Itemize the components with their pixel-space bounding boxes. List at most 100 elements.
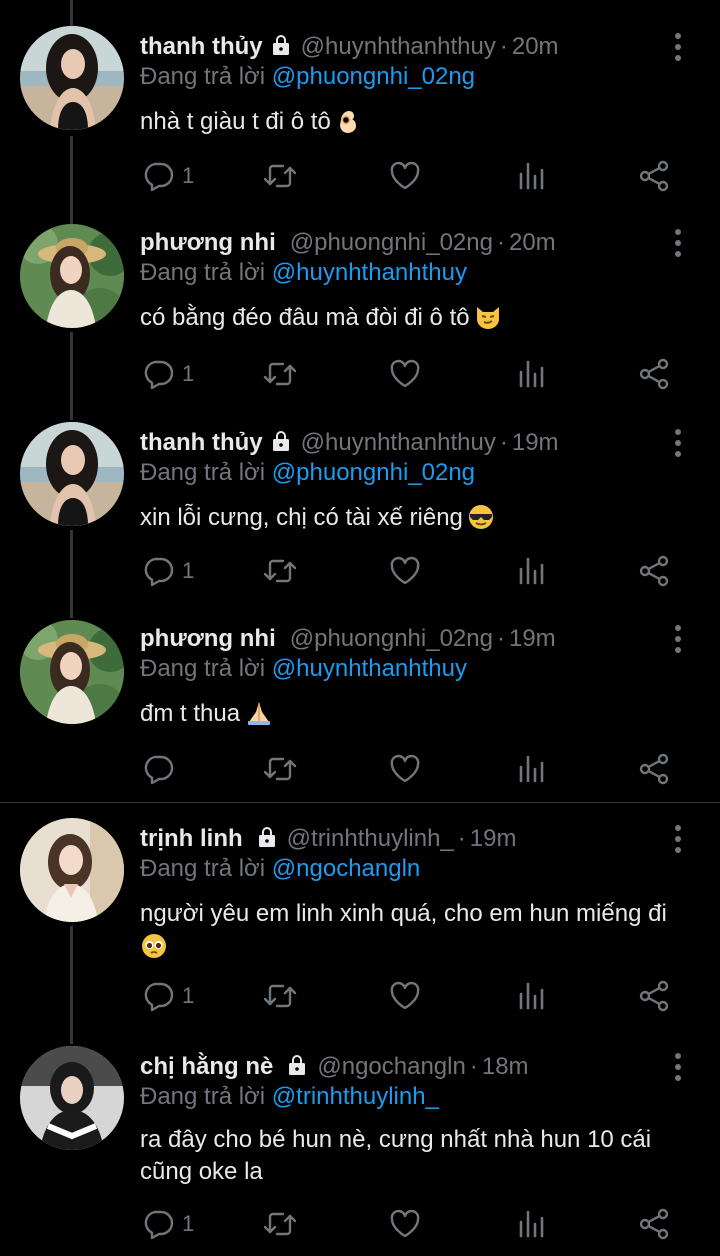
reply-button[interactable]: 1 <box>142 1208 194 1240</box>
separator-dot: · <box>457 825 466 852</box>
handle[interactable]: @trinhthuylinh_ <box>287 825 454 852</box>
timestamp[interactable]: 19m <box>512 429 559 456</box>
stats-button[interactable] <box>515 1208 547 1240</box>
share-icon <box>639 753 671 785</box>
replying-to: Đang trả lời @ngochangln <box>140 855 420 883</box>
separator-dot: · <box>496 229 505 256</box>
replying-to: Đang trả lời @huynhthanhthuy <box>140 655 467 683</box>
display-name[interactable]: chị hằng nè <box>140 1053 273 1080</box>
share-button[interactable] <box>639 753 671 785</box>
mention-link[interactable]: @ngochangln <box>272 855 420 882</box>
more-icon[interactable] <box>668 32 688 62</box>
mention-link[interactable]: @huynhthanhthuy <box>272 655 467 682</box>
retweet-button[interactable] <box>262 1208 298 1240</box>
share-button[interactable] <box>639 555 671 587</box>
avatar[interactable] <box>20 224 124 328</box>
reply-icon <box>142 753 174 785</box>
reply-count: 1 <box>182 1211 195 1236</box>
display-name[interactable]: thanh thủy <box>140 429 263 456</box>
retweet-button[interactable] <box>262 980 298 1012</box>
lock-icon <box>255 825 279 849</box>
stats-button[interactable] <box>515 358 547 390</box>
tweet-text-content: xin lỗi cưng, chị có tài xế riêng <box>140 504 463 531</box>
retweet-icon <box>262 358 298 390</box>
share-icon <box>639 980 671 1012</box>
display-name[interactable]: phương nhi <box>140 625 276 652</box>
share-button[interactable] <box>639 1208 671 1240</box>
more-icon[interactable] <box>668 228 688 258</box>
stats-button[interactable] <box>515 980 547 1012</box>
tweet-text: nhà t giàu t đi ô tô <box>140 106 700 138</box>
reply-button[interactable]: 1 <box>142 555 194 587</box>
mention-link[interactable]: @huynhthanhthuy <box>272 259 467 286</box>
avatar[interactable] <box>20 1046 124 1150</box>
reply-icon <box>142 555 174 587</box>
timestamp[interactable]: 18m <box>482 1053 529 1080</box>
more-icon[interactable] <box>668 624 688 654</box>
handle[interactable]: @phuongnhi_02ng <box>290 229 493 256</box>
more-icon[interactable] <box>668 1052 688 1082</box>
conversation-divider <box>0 802 720 803</box>
reply-button[interactable]: 1 <box>142 980 194 1012</box>
reply-button[interactable]: 1 <box>142 160 194 192</box>
timestamp[interactable]: 19m <box>509 625 556 652</box>
like-button[interactable] <box>389 753 421 785</box>
stats-icon <box>515 160 547 192</box>
separator-dot: · <box>499 33 508 60</box>
handle[interactable]: @ngochangln <box>317 1053 465 1080</box>
avatar[interactable] <box>20 26 124 130</box>
retweet-button[interactable] <box>262 555 298 587</box>
pleading-face-emoji <box>142 934 166 958</box>
avatar[interactable] <box>20 620 124 724</box>
reply-button[interactable]: 1 <box>142 358 194 390</box>
share-button[interactable] <box>639 358 671 390</box>
stats-button[interactable] <box>515 160 547 192</box>
action-bar: 1 <box>0 980 720 1012</box>
reply-prefix: Đang trả lời <box>140 259 266 286</box>
like-button[interactable] <box>389 1208 421 1240</box>
timestamp[interactable]: 20m <box>512 33 559 60</box>
handle[interactable]: @phuongnhi_02ng <box>290 625 493 652</box>
reply-button[interactable] <box>142 753 174 785</box>
stats-button[interactable] <box>515 753 547 785</box>
retweet-button[interactable] <box>262 160 298 192</box>
timestamp[interactable]: 19m <box>470 825 517 852</box>
display-name[interactable]: thanh thủy <box>140 33 263 60</box>
like-button[interactable] <box>389 555 421 587</box>
display-name[interactable]: trịnh linh <box>140 825 243 852</box>
handle[interactable]: @huynhthanhthuy <box>301 429 496 456</box>
handle[interactable]: @huynhthanhthuy <box>301 33 496 60</box>
avatar[interactable] <box>20 818 124 922</box>
mention-link[interactable]: @phuongnhi_02ng <box>272 459 475 486</box>
lock-icon <box>269 429 293 453</box>
mention-link[interactable]: @trinhthuylinh_ <box>272 1083 439 1110</box>
more-icon[interactable] <box>668 428 688 458</box>
tweet-text: xin lỗi cưng, chị có tài xế riêng <box>140 502 700 534</box>
like-button[interactable] <box>389 980 421 1012</box>
tweet-text-line: ra đây cho bé hun nè, cưng nhất nhà hun … <box>140 1126 652 1153</box>
reply-count: 1 <box>182 558 195 583</box>
share-button[interactable] <box>639 980 671 1012</box>
like-button[interactable] <box>389 358 421 390</box>
avatar[interactable] <box>20 422 124 526</box>
retweet-button[interactable] <box>262 358 298 390</box>
display-name[interactable]: phương nhi <box>140 229 276 256</box>
like-icon <box>389 1208 421 1240</box>
timestamp[interactable]: 20m <box>509 229 556 256</box>
tweet-text-content: có bằng đéo đâu mà đòi đi ô tô <box>140 304 470 331</box>
share-button[interactable] <box>639 160 671 192</box>
stats-icon <box>515 1208 547 1240</box>
mention-link[interactable]: @phuongnhi_02ng <box>272 63 475 90</box>
replying-to: Đang trả lời @phuongnhi_02ng <box>140 459 475 487</box>
retweet-icon <box>262 1208 298 1240</box>
action-bar: 1 <box>0 160 720 192</box>
tweet-text-content: đm t thua <box>140 700 241 727</box>
action-bar: 1 <box>0 358 720 390</box>
retweet-button[interactable] <box>262 753 298 785</box>
action-bar: 1 <box>0 1208 720 1240</box>
stats-button[interactable] <box>515 555 547 587</box>
tweet-text: người yêu em linh xinh quá, cho em hun m… <box>140 898 700 962</box>
separator-dot: · <box>496 625 505 652</box>
more-icon[interactable] <box>668 824 688 854</box>
like-button[interactable] <box>389 160 421 192</box>
